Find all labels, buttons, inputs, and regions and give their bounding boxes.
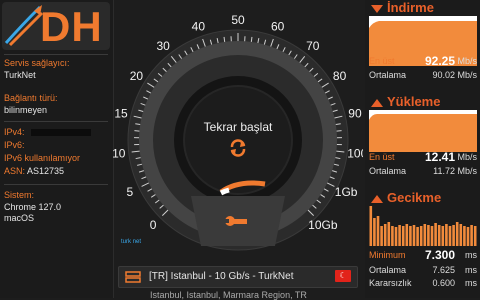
results-panel: İndirme En üst 92.25 Mb/s Ortalama 90.02… [365, 0, 480, 298]
logo: DH [2, 2, 110, 50]
latency-bar [431, 226, 434, 246]
ipv4-label: IPv4: [4, 127, 25, 137]
latency-jitter-value: 0.600 [432, 278, 455, 288]
ipv6-label: IPv6: [4, 140, 25, 150]
upload-max-label: En üst [369, 152, 395, 162]
latency-bar [456, 222, 459, 246]
download-max-value: 92.25 [425, 54, 455, 68]
download-title: İndirme [387, 0, 434, 15]
asn-label: ASN: [4, 166, 25, 176]
wrench-icon[interactable] [225, 212, 251, 230]
latency-chart [369, 206, 477, 246]
connection-label: Bağlantı türü: [4, 93, 58, 103]
upload-avg-value: 11.72 [433, 166, 455, 176]
download-max: En üst 92.25 Mb/s [369, 56, 477, 70]
upload-arrow-icon [371, 99, 383, 107]
latency-bar [398, 225, 401, 246]
upload-max: En üst 12.41 Mb/s [369, 152, 477, 166]
latency-min-value: 7.300 [425, 248, 455, 262]
latency-bar [420, 226, 423, 246]
latency-bar [416, 227, 419, 246]
latency-title: Gecikme [387, 190, 441, 205]
latency-bar [377, 216, 380, 246]
latency-bar [427, 225, 430, 246]
restart-label: Tekrar başlat [193, 120, 283, 134]
turkey-flag-icon: ☾ [335, 270, 351, 282]
latency-jitter-unit: ms [465, 278, 477, 288]
download-max-unit: Mb/s [457, 56, 477, 66]
latency-bar [460, 224, 463, 246]
download-title-row: İndirme [371, 0, 434, 15]
brand-label: turk net [121, 239, 141, 245]
download-avg: Ortalama 90.02 Mb/s [369, 70, 477, 82]
latency-bar [380, 226, 383, 246]
latency-bar [395, 227, 398, 246]
latency-avg-value: 7.625 [432, 265, 455, 275]
latency-avg: Ortalama 7.625 ms [369, 265, 477, 277]
isp-value: TurkNet [4, 70, 36, 80]
download-avg-value: 90.02 [432, 70, 455, 80]
latency-bar [434, 223, 437, 246]
latency-jitter: Kararsızlık 0.600 ms [369, 278, 477, 290]
logo-text: DH [40, 3, 103, 51]
browser-value: Chrome 127.0 [4, 202, 61, 212]
ipv6-value: IPv6 kullanılamıyor [4, 153, 80, 163]
restart-button[interactable]: Tekrar başlat [193, 120, 283, 168]
latency-min-label: Minimum [369, 250, 406, 260]
upload-avg-unit: Mb/s [457, 166, 477, 176]
upload-title-row: Yükleme [371, 94, 440, 109]
asn-value: AS12735 [27, 166, 64, 176]
download-avg-label: Ortalama [369, 70, 406, 80]
latency-bar [467, 227, 470, 246]
latency-bar [409, 226, 412, 246]
latency-bar [402, 226, 405, 246]
latency-bar [452, 225, 455, 246]
latency-bar [463, 226, 466, 246]
server-location: Istanbul, Istanbul, Marmara Region, TR [150, 290, 307, 300]
upload-avg: Ortalama 11.72 Mb/s [369, 166, 477, 178]
latency-bar [424, 224, 427, 246]
latency-bar [413, 225, 416, 246]
ipv4-redacted [31, 129, 91, 136]
info-panel: DH Servis sağlayıcı: TurkNet Bağlantı tü… [0, 0, 114, 298]
latency-jitter-label: Kararsızlık [369, 278, 412, 288]
upload-chart [369, 110, 477, 152]
latency-avg-label: Ortalama [369, 265, 406, 275]
latency-bar [438, 225, 441, 246]
upload-title: Yükleme [387, 94, 440, 109]
download-max-label: En üst [369, 56, 395, 66]
os-value: macOS [4, 213, 34, 223]
system-label: Sistem: [4, 190, 34, 200]
download-avg-unit: Mb/s [457, 70, 477, 80]
latency-bar [406, 224, 409, 246]
latency-bar [470, 225, 473, 246]
latency-bar [474, 226, 477, 246]
latency-title-row: Gecikme [371, 190, 441, 205]
latency-bar [388, 222, 391, 246]
latency-bar [449, 226, 452, 246]
logo-swoosh-icon [4, 3, 44, 49]
latency-bar [373, 218, 376, 246]
server-icon [125, 271, 141, 283]
upload-avg-label: Ortalama [369, 166, 406, 176]
latency-bar [445, 224, 448, 246]
latency-min: Minimum 7.300 ms [369, 250, 477, 264]
connection-value: bilinmeyen [4, 105, 47, 115]
latency-icon [371, 195, 383, 203]
refresh-icon [228, 138, 248, 158]
latency-bar [442, 226, 445, 246]
upload-max-value: 12.41 [425, 150, 455, 164]
server-label: [TR] Istanbul - 10 Gb/s - TurkNet [149, 271, 294, 282]
latency-bar [391, 226, 394, 246]
latency-min-unit: ms [465, 250, 477, 260]
isp-label: Servis sağlayıcı: [4, 58, 70, 68]
server-selector[interactable]: [TR] Istanbul - 10 Gb/s - TurkNet ☾ [118, 266, 358, 288]
download-arrow-icon [371, 5, 383, 13]
upload-max-unit: Mb/s [457, 152, 477, 162]
latency-avg-unit: ms [465, 265, 477, 275]
latency-bar [384, 224, 387, 246]
latency-bar [370, 206, 373, 246]
